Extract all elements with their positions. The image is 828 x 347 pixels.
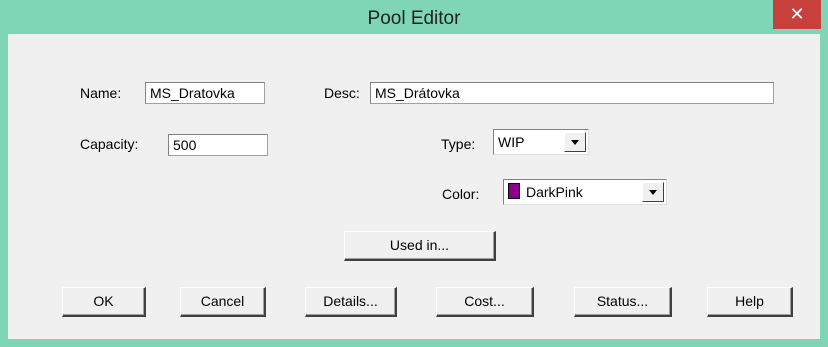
title-bar[interactable]: Pool Editor ✕ <box>0 0 828 34</box>
pool-editor-window: Pool Editor ✕ Name: MS_Dratovka Desc: MS… <box>0 0 828 347</box>
close-button[interactable]: ✕ <box>773 0 821 29</box>
name-label: Name: <box>80 85 122 101</box>
cancel-button[interactable]: Cancel <box>180 287 266 317</box>
chevron-down-icon[interactable] <box>642 182 664 202</box>
capacity-label: Capacity: <box>80 136 139 152</box>
name-field[interactable]: MS_Dratovka <box>145 82 265 104</box>
dialog-body: Name: MS_Dratovka Desc: MS_Drátovka Capa… <box>8 34 820 339</box>
help-button[interactable]: Help <box>707 287 793 317</box>
color-select-value: DarkPink <box>526 184 583 200</box>
desc-label: Desc: <box>324 85 360 101</box>
type-select[interactable]: WIP <box>493 129 589 155</box>
cost-button[interactable]: Cost... <box>436 287 534 317</box>
capacity-field[interactable]: 500 <box>168 134 268 156</box>
used-in-button[interactable]: Used in... <box>344 231 496 261</box>
window-title: Pool Editor <box>367 8 461 29</box>
color-label: Color: <box>442 186 480 202</box>
chevron-down-icon[interactable] <box>564 132 586 152</box>
color-select[interactable]: DarkPink <box>503 179 667 205</box>
status-button[interactable]: Status... <box>574 287 672 317</box>
type-select-value: WIP <box>498 134 525 150</box>
color-swatch <box>508 183 520 199</box>
close-icon: ✕ <box>789 4 805 24</box>
ok-button[interactable]: OK <box>62 287 146 317</box>
desc-field[interactable]: MS_Drátovka <box>370 82 774 104</box>
type-label: Type: <box>441 136 476 152</box>
details-button[interactable]: Details... <box>305 287 397 317</box>
